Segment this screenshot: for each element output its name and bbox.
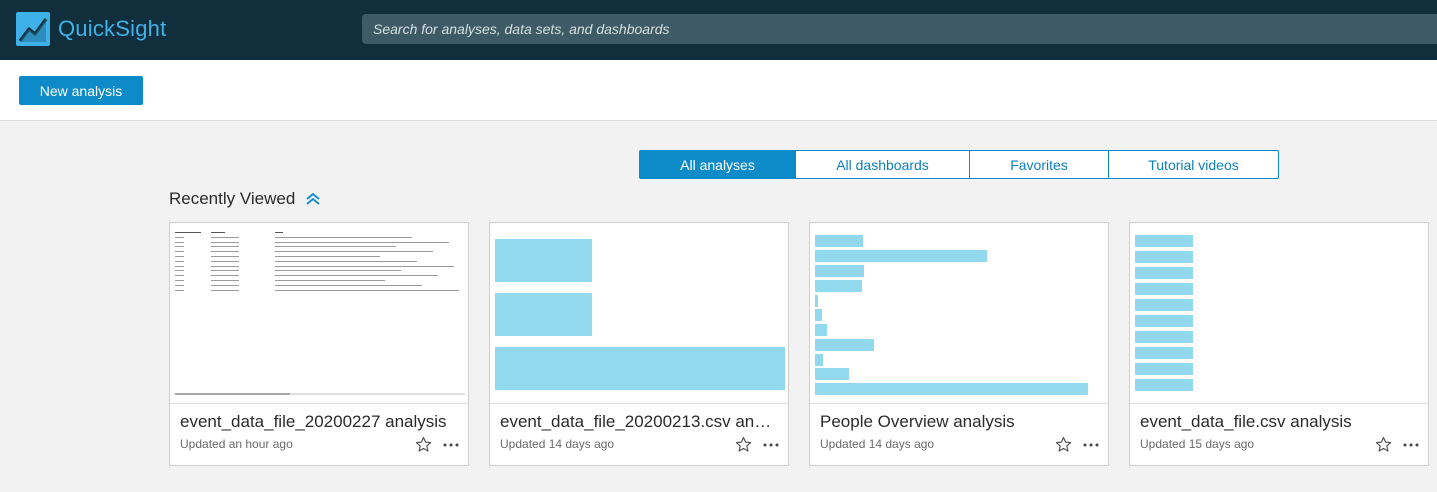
thumbnail-bar xyxy=(1135,379,1193,391)
card-title[interactable]: event_data_file_20200213.csv analysis xyxy=(500,412,780,432)
thumbnail-bar xyxy=(1135,235,1193,247)
more-icon[interactable] xyxy=(1402,436,1420,453)
thumbnail-bar xyxy=(815,309,822,321)
card-title[interactable]: event_data_file_20200227 analysis xyxy=(180,412,460,432)
thumbnail-scrollbar xyxy=(175,393,465,395)
star-icon[interactable] xyxy=(735,436,752,453)
bar-chart-thumbnail xyxy=(810,223,1108,404)
thumbnail-table-row xyxy=(175,246,465,248)
search-bar[interactable] xyxy=(362,14,1437,44)
thumbnail-table-row xyxy=(175,241,465,243)
analysis-card[interactable]: event_data_file_20200213.csv analysis Up… xyxy=(489,222,789,466)
chevron-up-icon[interactable] xyxy=(305,191,321,207)
tab-tutorial-videos[interactable]: Tutorial videos xyxy=(1108,151,1278,178)
thumbnail-bar xyxy=(815,250,987,262)
thumbnail-bar xyxy=(1135,283,1193,295)
view-tabs: All analyses All dashboards Favorites Tu… xyxy=(639,150,1279,179)
tab-favorites[interactable]: Favorites xyxy=(969,151,1108,178)
thumbnail-bar xyxy=(1135,315,1193,327)
recently-viewed-header: Recently Viewed xyxy=(169,189,321,209)
quicksight-logo[interactable]: QuickSight xyxy=(16,12,166,46)
star-icon[interactable] xyxy=(1375,436,1392,453)
tab-all-dashboards[interactable]: All dashboards xyxy=(795,151,969,178)
card-title[interactable]: People Overview analysis xyxy=(820,412,1100,432)
thumbnail-bar xyxy=(1135,267,1193,279)
more-icon[interactable] xyxy=(1082,436,1100,453)
thumbnail-table-row xyxy=(175,236,465,238)
thumbnail-table-row xyxy=(175,265,465,267)
thumbnail-table-row xyxy=(175,275,465,277)
bar-chart-thumbnail xyxy=(1130,223,1428,404)
thumbnail-bar xyxy=(1135,363,1193,375)
table-thumbnail xyxy=(170,223,468,404)
thumbnail-table-row xyxy=(175,260,465,262)
more-icon[interactable] xyxy=(762,436,780,453)
thumbnail-table-row xyxy=(175,232,465,233)
thumbnail-bar xyxy=(815,368,849,380)
thumbnail-table-row xyxy=(175,270,465,272)
card-updated: Updated 15 days ago xyxy=(1140,437,1255,451)
card-updated: Updated an hour ago xyxy=(180,437,293,451)
thumbnail-table-row xyxy=(175,284,465,286)
thumbnail-bar xyxy=(815,235,863,247)
thumbnail-bar xyxy=(815,280,862,292)
analysis-card[interactable]: event_data_file_20200227 analysis Update… xyxy=(169,222,469,466)
action-bar: New analysis xyxy=(0,60,1437,121)
more-icon[interactable] xyxy=(442,436,460,453)
card-title[interactable]: event_data_file.csv analysis xyxy=(1140,412,1420,432)
thumbnail-bar xyxy=(815,324,827,336)
thumbnail-bar xyxy=(495,347,785,390)
thumbnail-bar xyxy=(815,354,823,366)
new-analysis-button[interactable]: New analysis xyxy=(19,76,143,105)
search-input[interactable] xyxy=(362,14,1437,44)
analysis-card[interactable]: event_data_file.csv analysis Updated 15 … xyxy=(1129,222,1429,466)
thumbnail-table-row xyxy=(175,256,465,257)
app-name: QuickSight xyxy=(58,16,167,41)
card-updated: Updated 14 days ago xyxy=(820,437,935,451)
tab-all-analyses[interactable]: All analyses xyxy=(640,151,795,178)
section-title: Recently Viewed xyxy=(169,189,296,208)
analysis-card[interactable]: People Overview analysis Updated 14 days… xyxy=(809,222,1109,466)
thumbnail-bar xyxy=(1135,251,1193,263)
top-navigation-bar: QuickSight xyxy=(0,0,1437,60)
thumbnail-table-row xyxy=(175,289,465,291)
star-icon[interactable] xyxy=(1055,436,1072,453)
star-icon[interactable] xyxy=(415,436,432,453)
thumbnail-bar xyxy=(1135,331,1193,343)
thumbnail-table-row xyxy=(175,251,465,253)
thumbnail-bar xyxy=(815,295,818,307)
thumbnail-bar xyxy=(1135,299,1193,311)
card-updated: Updated 14 days ago xyxy=(500,437,615,451)
thumbnail-bar xyxy=(815,265,864,277)
thumbnail-bar xyxy=(495,239,592,282)
thumbnail-bar xyxy=(815,383,1088,395)
quicksight-logo-icon xyxy=(16,12,50,46)
thumbnail-bar xyxy=(815,339,874,351)
thumbnail-bar xyxy=(495,293,592,336)
thumbnail-bar xyxy=(1135,347,1193,359)
thumbnail-table-row xyxy=(175,280,465,281)
bar-chart-thumbnail xyxy=(490,223,788,404)
